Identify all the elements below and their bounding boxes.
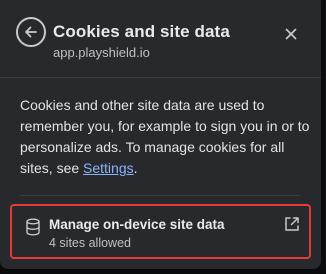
- close-icon: [285, 28, 297, 40]
- sites-allowed-count: 4 sites allowed: [49, 236, 131, 250]
- close-button[interactable]: [280, 23, 302, 45]
- header-divider: [0, 77, 321, 78]
- arrow-left-icon: [25, 26, 37, 38]
- description-prefix: Cookies and other site data are used to …: [20, 97, 310, 176]
- dialog-title: Cookies and site data: [53, 22, 230, 41]
- description-text: Cookies and other site data are used to …: [20, 95, 310, 179]
- section-divider: [20, 195, 300, 196]
- bottom-background: [0, 269, 326, 274]
- site-origin: app.playshield.io: [53, 45, 150, 60]
- description-suffix: .: [133, 160, 138, 176]
- back-button[interactable]: [16, 17, 46, 47]
- cookies-dialog: Cookies and site data app.playshield.io …: [0, 0, 321, 269]
- manage-site-data-row[interactable]: Manage on-device site data 4 sites allow…: [10, 204, 311, 259]
- open-in-new-icon[interactable]: [284, 216, 300, 232]
- database-icon: [26, 218, 40, 236]
- settings-link[interactable]: Settings: [83, 160, 134, 176]
- manage-site-data-label: Manage on-device site data: [49, 217, 225, 232]
